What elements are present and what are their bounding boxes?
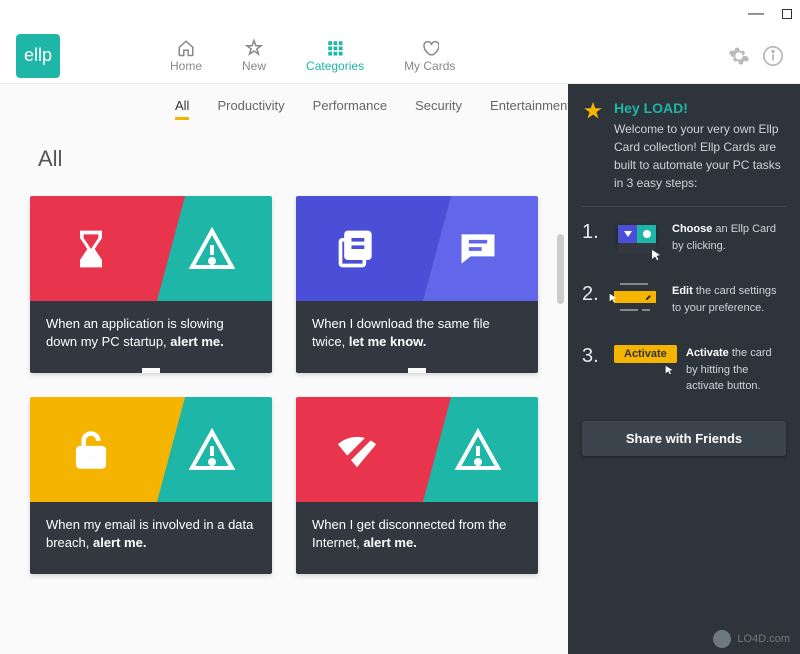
activate-card-icon: Activate <box>614 345 674 381</box>
main-content: All Productivity Performance Security En… <box>0 84 568 654</box>
maximize-button[interactable] <box>782 9 792 19</box>
hourglass-icon <box>69 227 113 271</box>
alert-triangle-icon <box>188 225 236 273</box>
watermark: LO4D.com <box>713 630 790 648</box>
welcome-text: Welcome to your very own Ellp Card colle… <box>614 120 786 192</box>
nav-new-label: New <box>242 59 266 73</box>
card-description: When I get disconnected from the Interne… <box>296 502 538 574</box>
step-2: 2. Edit the card settings to your prefer… <box>582 283 786 319</box>
welcome-block: Hey LOAD! Welcome to your very own Ellp … <box>582 100 786 207</box>
nav-mycards-label: My Cards <box>404 59 455 73</box>
logo-text: ellp <box>24 45 52 66</box>
step-3: 3. Activate Activate the card by hitting… <box>582 345 786 395</box>
nav-categories-label: Categories <box>306 59 364 73</box>
alert-triangle-icon <box>454 426 502 474</box>
card-duplicate-download[interactable]: When I download the same file twice, let… <box>296 196 538 373</box>
tab-performance[interactable]: Performance <box>313 98 387 120</box>
scrollbar-thumb[interactable] <box>557 234 564 304</box>
chat-icon <box>456 227 500 271</box>
nav-home-label: Home <box>170 59 202 73</box>
welcome-title: Hey LOAD! <box>614 100 786 116</box>
tab-security[interactable]: Security <box>415 98 462 120</box>
step-text: Activate the card by hitting the activat… <box>686 345 786 395</box>
nav-mycards[interactable]: My Cards <box>404 39 455 73</box>
nav-new[interactable]: New <box>242 39 266 73</box>
card-description: When an application is slowing down my P… <box>30 301 272 373</box>
heart-icon <box>421 39 439 57</box>
app-logo: ellp <box>16 34 60 78</box>
step-number: 2. <box>582 283 602 306</box>
step-number: 3. <box>582 345 602 368</box>
star-filled-icon <box>582 100 604 122</box>
activate-badge: Activate <box>614 345 677 363</box>
star-icon <box>245 39 263 57</box>
alert-triangle-icon <box>188 426 236 474</box>
window-titlebar: — <box>0 0 800 28</box>
files-icon <box>335 227 379 271</box>
step-number: 1. <box>582 221 602 244</box>
card-startup-slow[interactable]: When an application is slowing down my P… <box>30 196 272 373</box>
share-button[interactable]: Share with Friends <box>582 421 786 456</box>
main-nav: Home New Categories My Cards <box>170 39 728 73</box>
card-data-breach[interactable]: When my email is involved in a data brea… <box>30 397 272 574</box>
edit-card-icon <box>614 283 660 319</box>
tab-all[interactable]: All <box>175 98 189 120</box>
watermark-text: LO4D.com <box>737 633 790 645</box>
unlock-icon <box>69 428 113 472</box>
grid-icon <box>326 39 344 57</box>
header-actions <box>728 45 784 67</box>
card-grid: When an application is slowing down my P… <box>30 196 538 574</box>
step-1: 1. Choose an Ellp Card by clicking. <box>582 221 786 257</box>
nav-home[interactable]: Home <box>170 39 202 73</box>
onboarding-sidebar: Hey LOAD! Welcome to your very own Ellp … <box>568 84 800 654</box>
app-header: ellp Home New Categories My Cards <box>0 28 800 84</box>
tab-productivity[interactable]: Productivity <box>217 98 284 120</box>
info-icon[interactable] <box>762 45 784 67</box>
step-text: Choose an Ellp Card by clicking. <box>672 221 786 254</box>
category-tabs: All Productivity Performance Security En… <box>30 84 538 138</box>
section-title: All <box>38 146 538 172</box>
tab-entertainment[interactable]: Entertainment <box>490 98 568 120</box>
step-text: Edit the card settings to your preferenc… <box>672 283 786 316</box>
minimize-button[interactable]: — <box>748 5 764 23</box>
download-icon <box>713 630 731 648</box>
home-icon <box>177 39 195 57</box>
choose-card-icon <box>614 221 660 257</box>
card-description: When my email is involved in a data brea… <box>30 502 272 574</box>
card-description: When I download the same file twice, let… <box>296 301 538 373</box>
gear-icon[interactable] <box>728 45 750 67</box>
card-internet-disconnect[interactable]: When I get disconnected from the Interne… <box>296 397 538 574</box>
nav-categories[interactable]: Categories <box>306 39 364 73</box>
wifi-off-icon <box>334 427 380 473</box>
